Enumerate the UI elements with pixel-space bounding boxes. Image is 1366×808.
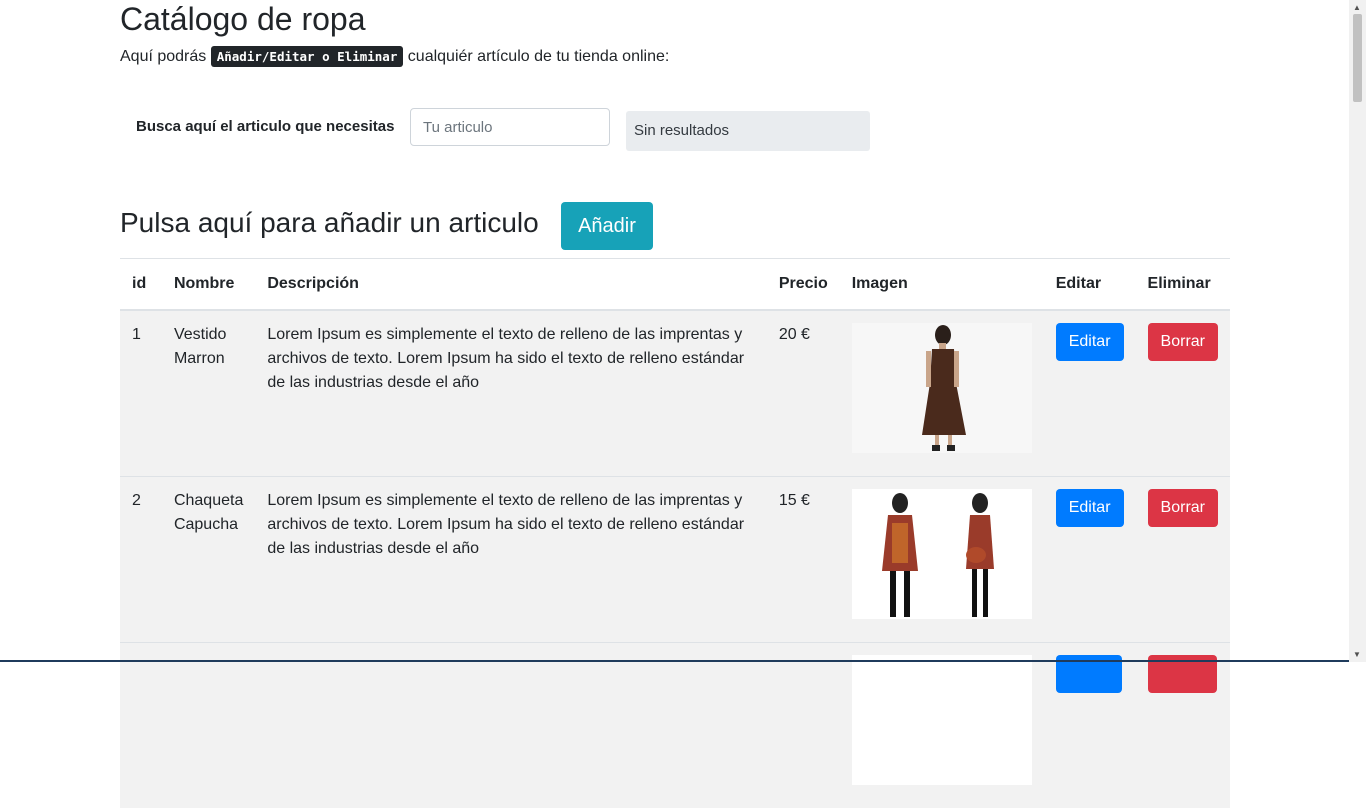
header-image: Imagen: [839, 258, 1044, 311]
search-result: Sin resultados: [626, 111, 870, 151]
table-row: [120, 641, 1230, 808]
scroll-up-arrow-icon[interactable]: ▲: [1353, 3, 1361, 12]
search-label: Busca aquí el articulo que necesitas: [136, 118, 395, 135]
header-delete: Eliminar: [1135, 258, 1230, 311]
header-edit: Editar: [1043, 258, 1136, 311]
product-image-brown-dress: [851, 323, 1032, 453]
delete-button[interactable]: Borrar: [1147, 488, 1218, 527]
header-id: id: [120, 258, 162, 311]
row-edit-cell: Editar: [1043, 309, 1136, 476]
catalog-table: id Nombre Descripción Precio Imagen Edit…: [120, 258, 1230, 808]
page-title: Catálogo de ropa: [120, 1, 366, 37]
row-price: 15 €: [766, 475, 840, 642]
row-edit-cell: Editar: [1043, 475, 1136, 642]
product-image-hooded-jacket: [851, 488, 1032, 619]
row-name: Chaqueta Capucha: [161, 475, 256, 642]
row-image-cell: [839, 641, 1044, 808]
row-description: Lorem Ipsum es simplemente el texto de r…: [255, 309, 767, 476]
row-price: [766, 641, 840, 808]
row-id: 2: [120, 475, 162, 642]
row-id: 1: [120, 309, 162, 476]
scroll-down-arrow-icon[interactable]: ▼: [1353, 650, 1361, 659]
intro-text: Aquí podrás Añadir/Editar o Eliminar cua…: [120, 46, 669, 68]
add-button[interactable]: Añadir: [561, 202, 653, 250]
row-delete-cell: Borrar: [1135, 309, 1230, 476]
row-image-cell: [839, 309, 1044, 476]
product-image: [851, 654, 1032, 785]
add-heading: Pulsa aquí para añadir un articulo: [120, 207, 539, 238]
row-delete-cell: [1135, 641, 1230, 808]
row-description: [255, 641, 767, 808]
delete-button[interactable]: Borrar: [1147, 323, 1218, 361]
table-row: 2 Chaqueta Capucha Lorem Ipsum es simple…: [120, 475, 1230, 642]
row-id: [120, 641, 162, 808]
intro-text-start: Aquí podrás: [120, 48, 211, 65]
header-name: Nombre: [161, 258, 256, 311]
search-input[interactable]: [410, 108, 610, 146]
row-description: Lorem Ipsum es simplemente el texto de r…: [255, 475, 767, 642]
row-name: Vestido Marron: [161, 309, 256, 476]
vertical-scrollbar[interactable]: ▲ ▼: [1349, 0, 1366, 662]
row-edit-cell: [1043, 641, 1136, 808]
edit-button[interactable]: Editar: [1055, 488, 1124, 527]
table-row: 1 Vestido Marron Lorem Ipsum es simpleme…: [120, 309, 1230, 476]
row-delete-cell: Borrar: [1135, 475, 1230, 642]
scrollbar-thumb[interactable]: [1353, 14, 1362, 102]
row-name: [161, 641, 256, 808]
intro-text-end: cualquiér artículo de tu tienda online:: [403, 48, 670, 65]
row-image-cell: [839, 475, 1044, 642]
table-header-row: id Nombre Descripción Precio Imagen Edit…: [120, 258, 1230, 311]
edit-button[interactable]: Editar: [1055, 323, 1124, 361]
header-description: Descripción: [255, 258, 767, 311]
intro-code: Añadir/Editar o Eliminar: [210, 46, 404, 67]
header-price: Precio: [766, 258, 840, 311]
row-price: 20 €: [766, 309, 840, 476]
